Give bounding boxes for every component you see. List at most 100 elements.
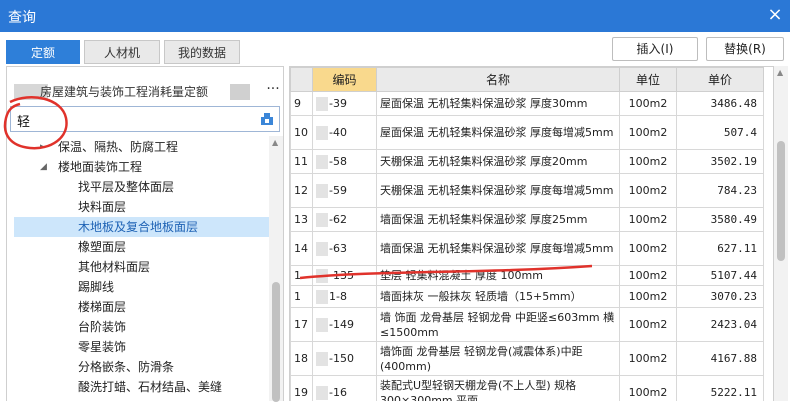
table-row[interactable]: 10 -40 屋面保温 无机轻集料保温砂浆 厚度每增减5mm 100m2 507.4 [290, 115, 764, 150]
tree-item[interactable]: 台阶装饰 [14, 317, 269, 337]
row-code: -39 [312, 91, 377, 116]
row-index: 9 [290, 91, 313, 116]
row-code: -135 [312, 265, 377, 286]
row-price: 4167.88 [676, 341, 764, 376]
tree-item-selected[interactable]: 木地板及复合地板面层 [14, 217, 269, 237]
tree-item-label: 找平层及整体面层 [78, 180, 175, 194]
row-index: 17 [290, 307, 313, 342]
blurred-region [316, 155, 328, 169]
row-code-text: -16 [329, 386, 347, 399]
more-icon[interactable]: ··· [262, 80, 284, 100]
tree-item-label: 楼梯面层 [78, 300, 127, 314]
table-row[interactable]: 18 -150 墙饰面 龙骨基层 轻钢龙骨(减震体系)中距(400mm) 100m2 4… [290, 341, 764, 376]
table-row[interactable]: 11 -58 天棚保温 无机轻集料保温砂浆 厚度20mm 100m2 3502.19 [290, 149, 764, 174]
row-name: 墙面抹灰 一般抹灰 轻质墙（15+5mm） [376, 285, 620, 308]
collapse-arrow-icon[interactable]: ◢ [40, 157, 47, 177]
row-index: 1 [290, 265, 313, 286]
row-price: 627.11 [676, 231, 764, 266]
tab-my-data[interactable]: 我的数据 [164, 40, 240, 64]
tree-item[interactable]: 橡塑面层 [14, 237, 269, 257]
tree-item-label: 零星装饰 [78, 340, 127, 354]
row-name: 墙面保温 无机轻集料保温砂浆 厚度25mm [376, 207, 620, 232]
row-price: 3070.23 [676, 285, 764, 308]
tree-item-label: 分格嵌条、防滑条 [78, 360, 175, 374]
row-name: 天棚保温 无机轻集料保温砂浆 厚度每增减5mm [376, 173, 620, 208]
tree-item[interactable]: ▸ 保温、隔热、防腐工程 [14, 137, 269, 157]
scroll-thumb[interactable] [272, 282, 280, 402]
column-header-price[interactable]: 单价 [676, 67, 764, 92]
row-price: 3502.19 [676, 149, 764, 174]
row-index: 18 [290, 341, 313, 376]
row-unit: 100m2 [619, 149, 677, 174]
row-price: 5107.44 [676, 265, 764, 286]
search-input[interactable]: 轻 [10, 106, 280, 132]
row-code: -16 [312, 375, 377, 401]
tree-item[interactable]: 踢脚线 [14, 277, 269, 297]
blurred-region [316, 126, 328, 140]
table-row[interactable]: 12 -59 天棚保温 无机轻集料保温砂浆 厚度每增减5mm 100m2 784.23 [290, 173, 764, 208]
row-price: 784.23 [676, 173, 764, 208]
expand-arrow-icon[interactable]: ▸ [40, 137, 45, 157]
table-row[interactable]: 17 -149 墙 饰面 龙骨基层 轻钢龙骨 中距竖≤603mm 横≤1500mm 1… [290, 307, 764, 342]
row-unit: 100m2 [619, 341, 677, 376]
column-header-unit[interactable]: 单位 [619, 67, 677, 92]
row-unit: 100m2 [619, 231, 677, 266]
scroll-up-icon[interactable]: ▲ [777, 68, 783, 77]
table-row[interactable]: 1 1-8 墙面抹灰 一般抹灰 轻质墙（15+5mm） 100m2 3070.23 [290, 285, 764, 308]
row-price: 3486.48 [676, 91, 764, 116]
tree-item[interactable]: 分格嵌条、防滑条 [14, 357, 269, 377]
tab-materials[interactable]: 人材机 [84, 40, 160, 64]
table-row[interactable]: 14 -63 墙面保温 无机轻集料保温砂浆 厚度每增减5mm 100m2 627.11 [290, 231, 764, 266]
tree-item[interactable]: 酸洗打蜡、石材结晶、美缝 [14, 377, 269, 397]
row-code-text: -58 [329, 155, 347, 168]
table-scrollbar[interactable]: ▲ [774, 66, 788, 401]
row-index: 11 [290, 149, 313, 174]
close-icon[interactable]: × [764, 4, 786, 26]
table-row[interactable]: 9 -39 屋面保温 无机轻集料保温砂浆 厚度30mm 100m2 3486.48 [290, 91, 764, 116]
scroll-up-icon[interactable]: ▲ [272, 138, 278, 147]
row-code-text: -135 [329, 269, 354, 282]
tree-item[interactable]: 其他材料面层 [14, 257, 269, 277]
blurred-region [230, 84, 250, 100]
tree-item[interactable]: 零星装饰 [14, 337, 269, 357]
column-header-code[interactable]: 编码 [312, 67, 377, 92]
table-row[interactable]: 19 -16 装配式U型轻钢天棚龙骨(不上人型) 规格300×300mm 平面 100… [290, 375, 764, 401]
table-header: 编码 名称 单位 单价 [290, 67, 764, 92]
row-name: 天棚保温 无机轻集料保温砂浆 厚度20mm [376, 149, 620, 174]
row-name: 墙饰面 龙骨基层 轻钢龙骨(减震体系)中距(400mm) [376, 341, 620, 376]
replace-button[interactable]: 替换(R) [706, 37, 784, 61]
column-header-name[interactable]: 名称 [376, 67, 620, 92]
tree-scrollbar[interactable]: ▲ [269, 136, 283, 402]
tree-item[interactable]: ◢ 楼地面装饰工程 [14, 157, 269, 177]
tree-item[interactable]: 找平层及整体面层 [14, 177, 269, 197]
row-unit: 100m2 [619, 307, 677, 342]
tree-item-label: 楼地面装饰工程 [58, 160, 143, 174]
row-code: -150 [312, 341, 377, 376]
row-price: 3580.49 [676, 207, 764, 232]
library-selector[interactable]: 房屋建筑与装饰工程消耗量定额 ··· [14, 74, 284, 102]
row-code-text: -149 [329, 318, 354, 331]
row-code-text: -59 [329, 184, 347, 197]
blurred-region [316, 269, 328, 283]
tab-quota[interactable]: 定额 [6, 40, 80, 64]
row-name: 墙面保温 无机轻集料保温砂浆 厚度每增减5mm [376, 231, 620, 266]
blurred-region [316, 386, 328, 400]
row-code: -59 [312, 173, 377, 208]
blurred-region [316, 97, 328, 111]
insert-button[interactable]: 插入(I) [612, 37, 698, 61]
row-code-text: -62 [329, 213, 347, 226]
blurred-region [316, 213, 328, 227]
tree-item[interactable]: 楼梯面层 [14, 297, 269, 317]
row-code: -63 [312, 231, 377, 266]
scroll-thumb[interactable] [777, 141, 785, 261]
tree-item[interactable]: 块料面层 [14, 197, 269, 217]
row-index: 19 [290, 375, 313, 401]
filter-icon[interactable] [259, 111, 275, 127]
row-index: 10 [290, 115, 313, 150]
tree-item-label: 踢脚线 [78, 280, 115, 294]
column-header-index [290, 67, 313, 92]
row-index: 12 [290, 173, 313, 208]
tree-item-label: 酸洗打蜡、石材结晶、美缝 [78, 380, 223, 394]
table-row[interactable]: 1 -135 垫层 轻集料混凝土 厚度 100mm 100m2 5107.44 [290, 265, 764, 286]
table-row[interactable]: 13 -62 墙面保温 无机轻集料保温砂浆 厚度25mm 100m2 3580.49 [290, 207, 764, 232]
